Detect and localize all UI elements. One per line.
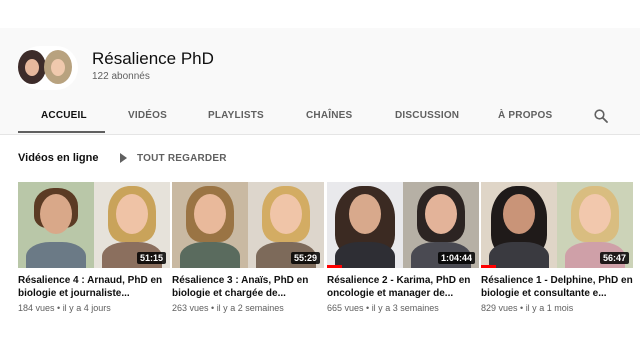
tab-videos[interactable]: VIDÉOS	[128, 110, 167, 121]
video-age: il y a 2 semaines	[216, 303, 284, 313]
video-card[interactable]: 1:04:44 Résalience 2 - Karima, PhD en on…	[327, 182, 479, 313]
video-meta: 263 vues • il y a 2 semaines	[172, 303, 284, 313]
watch-progress-bar	[327, 265, 343, 268]
channel-avatar[interactable]	[18, 46, 78, 90]
video-views: 665 vues	[327, 303, 364, 313]
video-duration: 55:29	[290, 252, 320, 264]
subscriber-count: 122 abonnés	[92, 71, 150, 82]
tab-discussion[interactable]: DISCUSSION	[395, 110, 459, 121]
tabs-divider	[0, 134, 640, 135]
avatar-face-left	[18, 50, 46, 84]
avatar-face-right	[44, 50, 72, 84]
search-icon[interactable]	[594, 109, 608, 123]
video-views: 263 vues	[172, 303, 209, 313]
video-thumbnail[interactable]: 1:04:44	[327, 182, 479, 268]
tab-chaines[interactable]: CHAÎNES	[306, 110, 352, 121]
video-age: il y a 4 jours	[62, 303, 111, 313]
video-meta: 829 vues • il y a 1 mois	[481, 303, 574, 313]
video-views: 184 vues	[18, 303, 55, 313]
video-thumbnail[interactable]: 51:15	[18, 182, 170, 268]
video-title[interactable]: Résalience 4 : Arnaud, PhD en biologie e…	[18, 274, 170, 300]
active-tab-indicator	[18, 131, 105, 133]
video-card[interactable]: 55:29 Résalience 3 : Anaïs, PhD en biolo…	[172, 182, 324, 313]
tab-playlists[interactable]: PLAYLISTS	[208, 110, 264, 121]
video-thumbnail[interactable]: 55:29	[172, 182, 324, 268]
video-age: il y a 3 semaines	[371, 303, 439, 313]
video-views: 829 vues	[481, 303, 518, 313]
tab-a-propos[interactable]: À PROPOS	[498, 110, 552, 121]
play-icon	[120, 153, 127, 163]
video-card[interactable]: 51:15 Résalience 4 : Arnaud, PhD en biol…	[18, 182, 170, 313]
video-meta: 184 vues • il y a 4 jours	[18, 303, 111, 313]
watch-progress-bar	[481, 265, 497, 268]
play-all-button[interactable]: TOUT REGARDER	[120, 151, 227, 165]
video-card[interactable]: 56:47 Résalience 1 - Delphine, PhD en bi…	[481, 182, 633, 313]
play-all-label: TOUT REGARDER	[137, 152, 227, 164]
video-duration: 51:15	[136, 252, 166, 264]
video-thumbnail[interactable]: 56:47	[481, 182, 633, 268]
video-title[interactable]: Résalience 2 - Karima, PhD en oncologie …	[327, 274, 479, 300]
tab-accueil[interactable]: ACCUEIL	[41, 110, 87, 121]
video-duration: 1:04:44	[437, 252, 475, 264]
video-title[interactable]: Résalience 3 : Anaïs, PhD en biologie et…	[172, 274, 324, 300]
video-title[interactable]: Résalience 1 - Delphine, PhD en biologie…	[481, 274, 633, 300]
video-meta: 665 vues • il y a 3 semaines	[327, 303, 439, 313]
video-age: il y a 1 mois	[525, 303, 574, 313]
section-title[interactable]: Vidéos en ligne	[18, 152, 99, 164]
channel-title: Résalience PhD	[92, 49, 214, 68]
video-duration: 56:47	[599, 252, 629, 264]
